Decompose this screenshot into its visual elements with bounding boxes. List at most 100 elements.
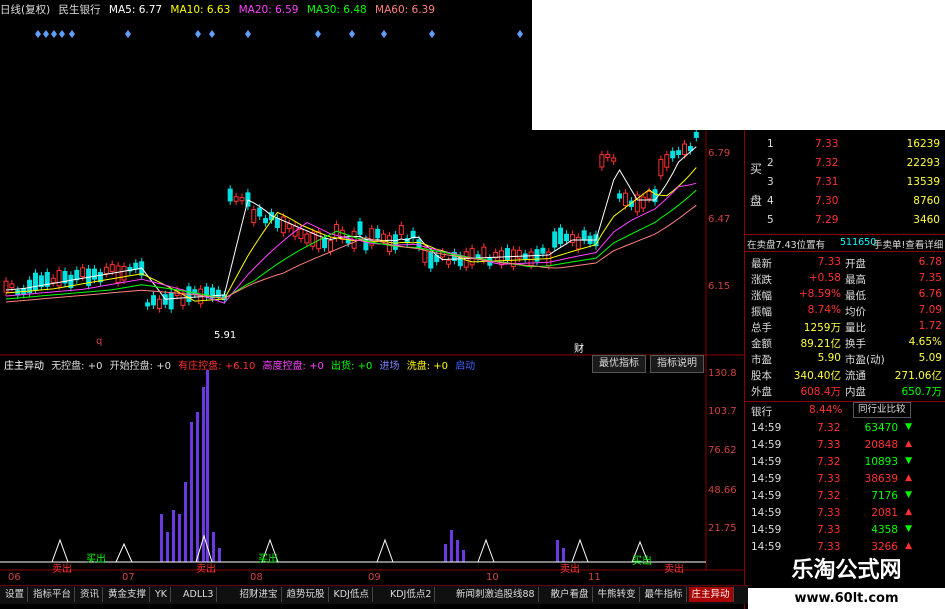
tab-indicator[interactable]: 黄金支撑 xyxy=(105,587,151,602)
quote-row: 涨幅 +8.59% 最低 6.76 xyxy=(745,288,945,303)
candle-body xyxy=(682,143,687,155)
indicator-item: 进场 xyxy=(379,361,400,372)
sector-compare-button[interactable]: 同行业比较 xyxy=(853,402,911,418)
quote-value: 6.76 xyxy=(918,288,942,300)
indicator-explain-button[interactable]: 指标说明 xyxy=(650,355,704,373)
tick-price: 7.33 xyxy=(817,524,841,536)
tab-indicator[interactable]: 散户看盘 xyxy=(548,587,593,602)
tab-indicator[interactable]: KDJ低点2 xyxy=(387,587,436,602)
candle-body xyxy=(239,197,245,202)
candle-body xyxy=(617,193,623,199)
buy-signal: 卖出 xyxy=(52,564,72,575)
ind-tick: 21.75 xyxy=(708,523,737,534)
indicator-item: 高度控盘: +0 xyxy=(262,361,324,372)
ma60-value: MA60: 6.39 xyxy=(375,4,435,16)
quote-value: +0.58 xyxy=(808,272,841,284)
bid-price: 7.30 xyxy=(815,195,839,207)
indicator-item: 开始控盘: +0 xyxy=(109,361,171,372)
quote-value: 340.40亿 xyxy=(793,370,841,382)
period-label[interactable]: 日线(复权) xyxy=(0,4,50,16)
indicator-item: 启动 xyxy=(455,361,476,372)
candle-body xyxy=(611,157,617,162)
candle-body xyxy=(605,153,611,158)
order-book-row: 4 7.30 8760 xyxy=(745,195,945,210)
indicator-name[interactable]: 庄主异动 xyxy=(4,361,44,372)
diamond-icon xyxy=(69,30,75,38)
tab-indicator[interactable]: YK xyxy=(152,587,172,602)
indicator-item: 有庄控盘: +6.10 xyxy=(178,361,256,372)
tab-indicator[interactable]: 庄主异动 xyxy=(688,587,734,602)
quote-label: 振幅 xyxy=(751,306,772,318)
diamond-icon xyxy=(59,30,65,38)
candle-body xyxy=(392,234,398,250)
tab-indicator[interactable]: ADLL3 xyxy=(180,587,218,602)
diamond-icon xyxy=(429,30,435,38)
level: 3 xyxy=(767,176,774,188)
tab-indicator[interactable]: 最牛指标 xyxy=(642,587,687,602)
buy-signal: 卖出 xyxy=(664,564,684,575)
date-tick: 07 xyxy=(122,572,135,583)
tick-time: 14:59 xyxy=(751,541,782,553)
ma10-value: MA10: 6.63 xyxy=(170,4,231,16)
quote-value: 608.4万 xyxy=(800,386,841,398)
quote-row: 市盈 5.90 市盈(动) 5.09 xyxy=(745,352,945,367)
best-indicator-button[interactable]: 最优指标 xyxy=(592,355,646,373)
tick-time: 14:59 xyxy=(751,422,782,434)
low-price-mark: 5.91 xyxy=(214,330,237,341)
indicator-bar xyxy=(450,530,453,562)
ma30-value: MA30: 6.48 xyxy=(306,4,367,16)
candle-body xyxy=(156,298,162,310)
watermark-url: www.60lt.com xyxy=(748,588,945,609)
bid-price: 7.29 xyxy=(815,214,839,226)
quote-value: 271.06亿 xyxy=(894,370,942,382)
watermark-title: 乐淘公式网 xyxy=(748,553,945,588)
candle-body xyxy=(670,150,676,159)
diamond-icon xyxy=(125,30,131,38)
sell-alert-text: 在卖盘7.43位置有 xyxy=(747,240,826,251)
tab-indicator[interactable]: 趋势玩股 xyxy=(284,587,329,602)
candle-body xyxy=(298,228,304,240)
arrow-down-icon: ▼ xyxy=(905,524,912,534)
tick-row: 14:59 7.33 38639 ▲ xyxy=(745,473,945,488)
candle-body xyxy=(263,218,269,224)
candle-body xyxy=(416,239,422,248)
candle-body xyxy=(564,233,569,242)
sell-order-alert[interactable]: 在卖盘7.43位置有 511650 手卖单!查看详细 xyxy=(745,234,945,252)
indicator-bar xyxy=(166,532,169,562)
tick-time: 14:59 xyxy=(751,490,782,502)
candle-body xyxy=(516,249,522,259)
candle-body xyxy=(381,233,387,241)
tab-indicator[interactable]: 牛熊转变 xyxy=(595,587,640,602)
candle-body xyxy=(280,216,286,234)
tab-indicator[interactable]: 资讯 xyxy=(77,587,104,602)
bid-price: 7.33 xyxy=(815,138,839,150)
bid-volume: 16239 xyxy=(906,138,940,150)
indicator-bars xyxy=(160,370,565,562)
arrow-up-icon: ▲ xyxy=(905,507,912,517)
quote-label: 市盈 xyxy=(751,354,772,366)
tab-indicator[interactable]: 新闻刺激追股线88 xyxy=(453,587,539,602)
quote-row: 股本 340.40亿 流通 271.06亿 xyxy=(745,368,945,383)
quote-label: 最低 xyxy=(845,290,866,302)
ma5-value: MA5: 6.77 xyxy=(108,4,163,16)
quote-row: 涨跌 +0.58 最高 7.35 xyxy=(745,272,945,287)
tab-indicator[interactable]: 设置 xyxy=(2,587,29,602)
indicator-spike xyxy=(571,538,589,563)
quote-label: 内盘 xyxy=(845,386,866,398)
bid-price: 7.32 xyxy=(815,157,839,169)
tick-row: 14:59 7.32 10893 ▼ xyxy=(745,456,945,471)
quote-panel: 买 盘 1 7.33 16239 2 7.32 22293 3 7.31 13539 4 7.30 8… xyxy=(744,130,945,609)
tab-indicator[interactable]: 指标平台 xyxy=(30,587,76,602)
ind-tick: 76.62 xyxy=(708,445,737,456)
arrow-up-icon: ▲ xyxy=(905,473,912,483)
tick-volume: 4358 xyxy=(871,524,898,536)
tab-indicator[interactable]: KDJ低点 xyxy=(331,587,373,602)
candle-body xyxy=(558,227,564,245)
quote-label: 流通 xyxy=(845,370,866,382)
diamond-icon xyxy=(35,30,41,38)
quote-value: 650.7万 xyxy=(901,386,942,398)
quote-value: 7.35 xyxy=(918,272,942,284)
tab-indicator[interactable]: 招财进宝 xyxy=(237,587,282,602)
quote-label: 最高 xyxy=(845,274,866,286)
candle-body xyxy=(227,188,233,202)
